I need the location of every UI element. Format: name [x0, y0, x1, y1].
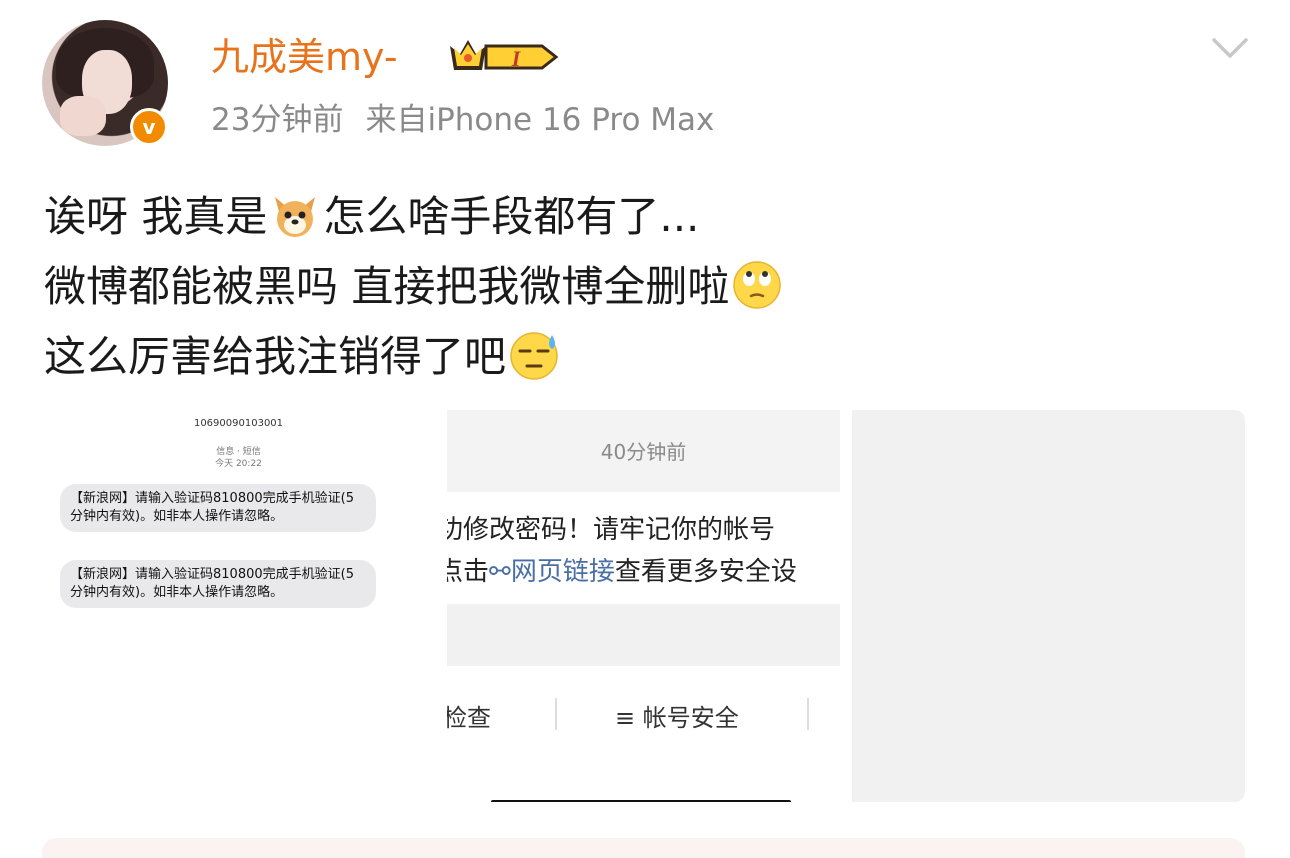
post-image-2[interactable]: 40分钟前 功修改密码！请牢记你的帐号 点击⚯网页链接查看更多安全设 检查 ≡ … — [447, 410, 840, 802]
sms-header-label: 信息 · 短信 — [216, 447, 261, 457]
tab-separator — [807, 698, 809, 730]
notice-line-2-prefix: 点击 — [447, 557, 490, 587]
chevron-down-icon[interactable] — [1210, 34, 1250, 62]
sms-sender-number: 10690090103001 — [193, 418, 284, 429]
notice-tabs: 检查 ≡ 帐号安全 — [447, 694, 840, 734]
sweat-face-emoji-icon — [510, 332, 558, 380]
post-content: 诶呀 我真是 怎么啥手段都有了... 微博都能被黑吗 直接把我微博全删啦 这么厉… — [44, 182, 785, 392]
post-image-1[interactable]: 10690090103001 信息 · 短信 今天 20:22 【新浪网】请输入… — [42, 410, 435, 802]
notice-line-1: 功修改密码！请牢记你的帐号 — [447, 515, 776, 545]
verified-badge-icon: v — [130, 108, 168, 146]
post-line-1-text-a: 诶呀 我真是 — [44, 192, 268, 241]
post-line-3: 这么厉害给我注销得了吧 — [44, 322, 785, 392]
notice-tab-account-security: ≡ 帐号安全 — [615, 704, 739, 732]
sms-message-bubble: 【新浪网】请输入验证码810800完成手机验证(5分钟内有效)。如非本人操作请忽… — [60, 484, 376, 532]
vip-crown-badge-icon[interactable]: I — [446, 36, 562, 78]
sms-header: 信息 · 短信 今天 20:22 — [42, 446, 435, 470]
post-line-3-text: 这么厉害给我注销得了吧 — [44, 332, 507, 381]
dog-face-emoji-icon — [275, 197, 316, 237]
post-line-2-text: 微博都能被黑吗 直接把我微博全删啦 — [44, 262, 730, 311]
sms-message-bubble: 【新浪网】请输入验证码810800完成手机验证(5分钟内有效)。如非本人操作请忽… — [60, 560, 376, 608]
notice-time: 40分钟前 — [600, 440, 687, 464]
link-icon: ⚯ — [489, 557, 511, 587]
notice-divider-area — [447, 604, 840, 666]
post-line-2: 微博都能被黑吗 直接把我微博全删啦 — [44, 252, 785, 322]
post-line-1-text-b: 怎么啥手段都有了... — [323, 192, 700, 241]
post-image-3-placeholder[interactable] — [852, 410, 1245, 802]
avatar-hand — [60, 96, 106, 136]
post-source[interactable]: 来自iPhone 16 Pro Max — [365, 102, 714, 138]
home-indicator — [491, 800, 791, 802]
vip-level-text: I — [511, 46, 522, 71]
notice-line-2-suffix: 查看更多安全设 — [614, 557, 797, 587]
tab-separator — [555, 698, 557, 730]
web-link: 网页链接 — [510, 557, 615, 587]
post-meta: 23分钟前 来自iPhone 16 Pro Max — [211, 98, 714, 142]
notice-tab-check: 检查 — [447, 704, 491, 732]
bottom-card-strip — [42, 838, 1245, 858]
post-time: 23分钟前 — [211, 102, 344, 138]
sms-header-time: 今天 20:22 — [215, 459, 262, 469]
eye-roll-emoji-icon — [733, 261, 782, 309]
username[interactable]: 九成美my- — [211, 30, 398, 84]
notice-line-2: 点击⚯网页链接查看更多安全设 — [447, 552, 797, 592]
post-line-1: 诶呀 我真是 怎么啥手段都有了... — [44, 182, 785, 252]
